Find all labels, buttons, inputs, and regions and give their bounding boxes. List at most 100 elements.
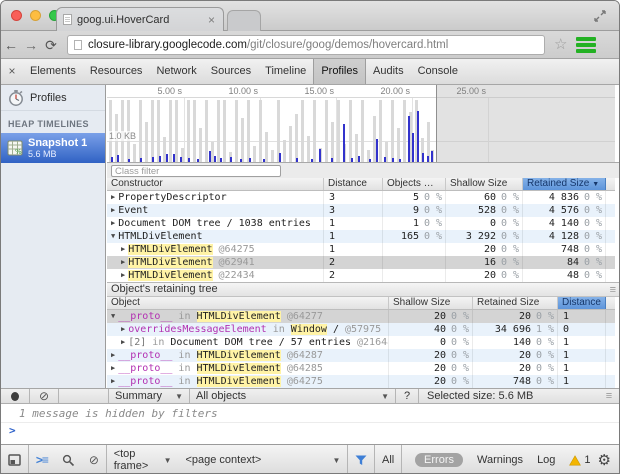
table-row[interactable]: ▶__proto__ in HTMLDivElement @64275200 %… <box>107 375 615 388</box>
tab-console[interactable]: Console <box>411 59 465 84</box>
minimize-window-button[interactable] <box>30 10 41 21</box>
chevron-down-icon: ▼ <box>381 392 395 401</box>
filter-errors[interactable]: Errors <box>408 445 470 474</box>
context-select[interactable]: <page context> ▼ <box>178 445 347 474</box>
sidebar-item-profiles[interactable]: Profiles <box>1 85 105 111</box>
heap-size-bar <box>331 122 334 162</box>
table-row[interactable]: ▼__proto__ in HTMLDivElement @64277200 %… <box>107 310 615 323</box>
chart-y-label: 1.0 KB <box>109 131 136 141</box>
filter-all[interactable]: All <box>375 445 401 474</box>
heap-size-bar <box>133 144 136 162</box>
constructor-table-header: Constructor Distance Objects … Shallow S… <box>107 178 615 191</box>
heap-size-bar <box>403 100 406 162</box>
new-tab-button[interactable] <box>227 10 261 31</box>
heap-size-bar <box>289 126 292 162</box>
column-object[interactable]: Object <box>107 297 389 309</box>
column-retained-size[interactable]: Retained Size <box>473 297 558 309</box>
column-retained-size[interactable]: Retained Size▼ <box>523 178 606 190</box>
table-row[interactable]: ▶HTMLDivElement @629412160 %840 % <box>107 256 615 269</box>
heap-size-bar <box>265 132 268 162</box>
sidebar-profiles-label: Profiles <box>30 92 67 104</box>
record-button[interactable] <box>1 389 29 403</box>
table-row[interactable]: ▶__proto__ in HTMLDivElement @64287200 %… <box>107 349 615 362</box>
tab-elements[interactable]: Elements <box>23 59 83 84</box>
heap-size-bar <box>169 100 172 162</box>
table-row[interactable]: ▶Document DOM tree / 1038 entries110 %00… <box>107 217 615 230</box>
filter-log[interactable]: Log <box>530 445 562 474</box>
bookmark-star-icon[interactable]: ☆ <box>554 37 567 52</box>
filter-warnings[interactable]: Warnings <box>470 445 530 474</box>
heap-size-bar <box>247 100 250 162</box>
browser-tab[interactable]: goog.ui.HoverCard × <box>56 7 224 31</box>
fullscreen-arrows-icon[interactable] <box>593 9 607 23</box>
table-row[interactable]: ▼HTMLDivElement11650 %3 2920 %4 1280 % <box>107 230 615 243</box>
clear-console-button[interactable]: ⊘ <box>82 445 106 474</box>
frame-select[interactable]: <top frame> ▼ <box>107 445 179 474</box>
help-button[interactable]: ? <box>396 389 418 403</box>
table-row[interactable]: ▶PropertyDescriptor350 %600 %4 8360 % <box>107 191 615 204</box>
dock-icon <box>8 454 21 466</box>
close-window-button[interactable] <box>11 10 22 21</box>
column-distance[interactable]: Distance▲ <box>558 297 606 309</box>
dock-side-button[interactable] <box>1 445 28 474</box>
devtools-close-icon[interactable]: × <box>1 59 23 84</box>
settings-gear-icon[interactable]: ⚙ <box>598 451 619 469</box>
retaining-tree-body: ▼__proto__ in HTMLDivElement @64277200 %… <box>107 310 615 388</box>
warning-count-badge[interactable]: 1 <box>562 445 597 474</box>
column-constructor[interactable]: Constructor <box>107 178 324 190</box>
heap-size-bar <box>175 100 178 162</box>
filter-button[interactable] <box>348 445 374 474</box>
retaining-tree-titlebar: Object's retaining tree ≡ <box>107 282 620 297</box>
tab-sources[interactable]: Sources <box>204 59 258 84</box>
column-distance[interactable]: Distance <box>324 178 383 190</box>
table-row[interactable]: ▶__proto__ in HTMLDivElement @64285200 %… <box>107 362 615 375</box>
search-icon <box>62 454 75 467</box>
class-filter-input[interactable] <box>111 165 281 177</box>
warning-triangle-icon <box>569 455 581 466</box>
ruler-tick-label: 5.00 s <box>122 86 182 96</box>
tab-profiles[interactable]: Profiles <box>313 59 366 84</box>
column-shallow-size[interactable]: Shallow Size <box>446 178 523 190</box>
resize-grip-icon[interactable]: ≡ <box>610 284 616 297</box>
table-row[interactable]: ▶Event390 %5280 %4 5760 % <box>107 204 615 217</box>
sidebar-item-snapshot-1[interactable]: % Snapshot 1 5.6 MB <box>1 133 105 163</box>
timeline-overlay[interactable] <box>436 85 615 162</box>
back-button[interactable]: ← <box>1 35 21 55</box>
heap-size-bar <box>139 100 142 162</box>
table-row[interactable]: ▶HTMLDivElement @224342200 %480 % <box>107 269 615 282</box>
forward-button[interactable]: → <box>21 35 41 55</box>
reload-button[interactable]: ⟳ <box>41 35 61 55</box>
tab-network[interactable]: Network <box>149 59 203 84</box>
view-mode-select[interactable]: Summary ▼ <box>109 389 189 403</box>
resize-grip-icon[interactable]: ≡ <box>599 390 619 402</box>
console-prompt[interactable]: > <box>1 423 619 439</box>
console-toggle-button[interactable]: >≡ <box>29 445 55 474</box>
snapshot-size: 5.6 MB <box>28 149 87 159</box>
heap-size-bar <box>199 128 202 162</box>
column-objects[interactable]: Objects … <box>383 178 446 190</box>
snapshot-name: Snapshot 1 <box>28 137 87 149</box>
search-button[interactable] <box>55 445 82 474</box>
heap-size-bar <box>361 100 364 162</box>
url-bar[interactable]: closure-library.googlecode.com /git/clos… <box>67 35 545 55</box>
heap-size-bar <box>145 122 148 162</box>
tab-audits[interactable]: Audits <box>366 59 411 84</box>
heap-size-bar <box>313 100 316 162</box>
tab-timeline[interactable]: Timeline <box>258 59 313 84</box>
window-controls <box>11 10 60 21</box>
heap-size-bar <box>349 100 352 162</box>
table-row[interactable]: ▶HTMLDivElement @642751200 %7480 % <box>107 243 615 256</box>
snapshot-grid-icon: % <box>7 140 23 156</box>
record-dot-icon <box>11 392 19 401</box>
tab-close-icon[interactable]: × <box>206 13 217 27</box>
column-shallow-size[interactable]: Shallow Size <box>389 297 473 309</box>
clear-profiles-button[interactable]: ⊘ <box>30 389 58 403</box>
table-row[interactable]: ▶overridesMessageElement in Window / @57… <box>107 323 615 336</box>
tab-title: goog.ui.HoverCard <box>77 14 206 26</box>
chrome-menu-icon[interactable] <box>576 37 596 53</box>
ruler-tick-label: 10.00 s <box>198 86 258 96</box>
tab-resources[interactable]: Resources <box>83 59 150 84</box>
table-row[interactable]: ▶[2] in Document DOM tree / 57 entries @… <box>107 336 615 349</box>
devtools-tabbar: × Elements Resources Network Sources Tim… <box>1 59 619 85</box>
objects-filter-select[interactable]: All objects ▼ <box>190 389 395 403</box>
